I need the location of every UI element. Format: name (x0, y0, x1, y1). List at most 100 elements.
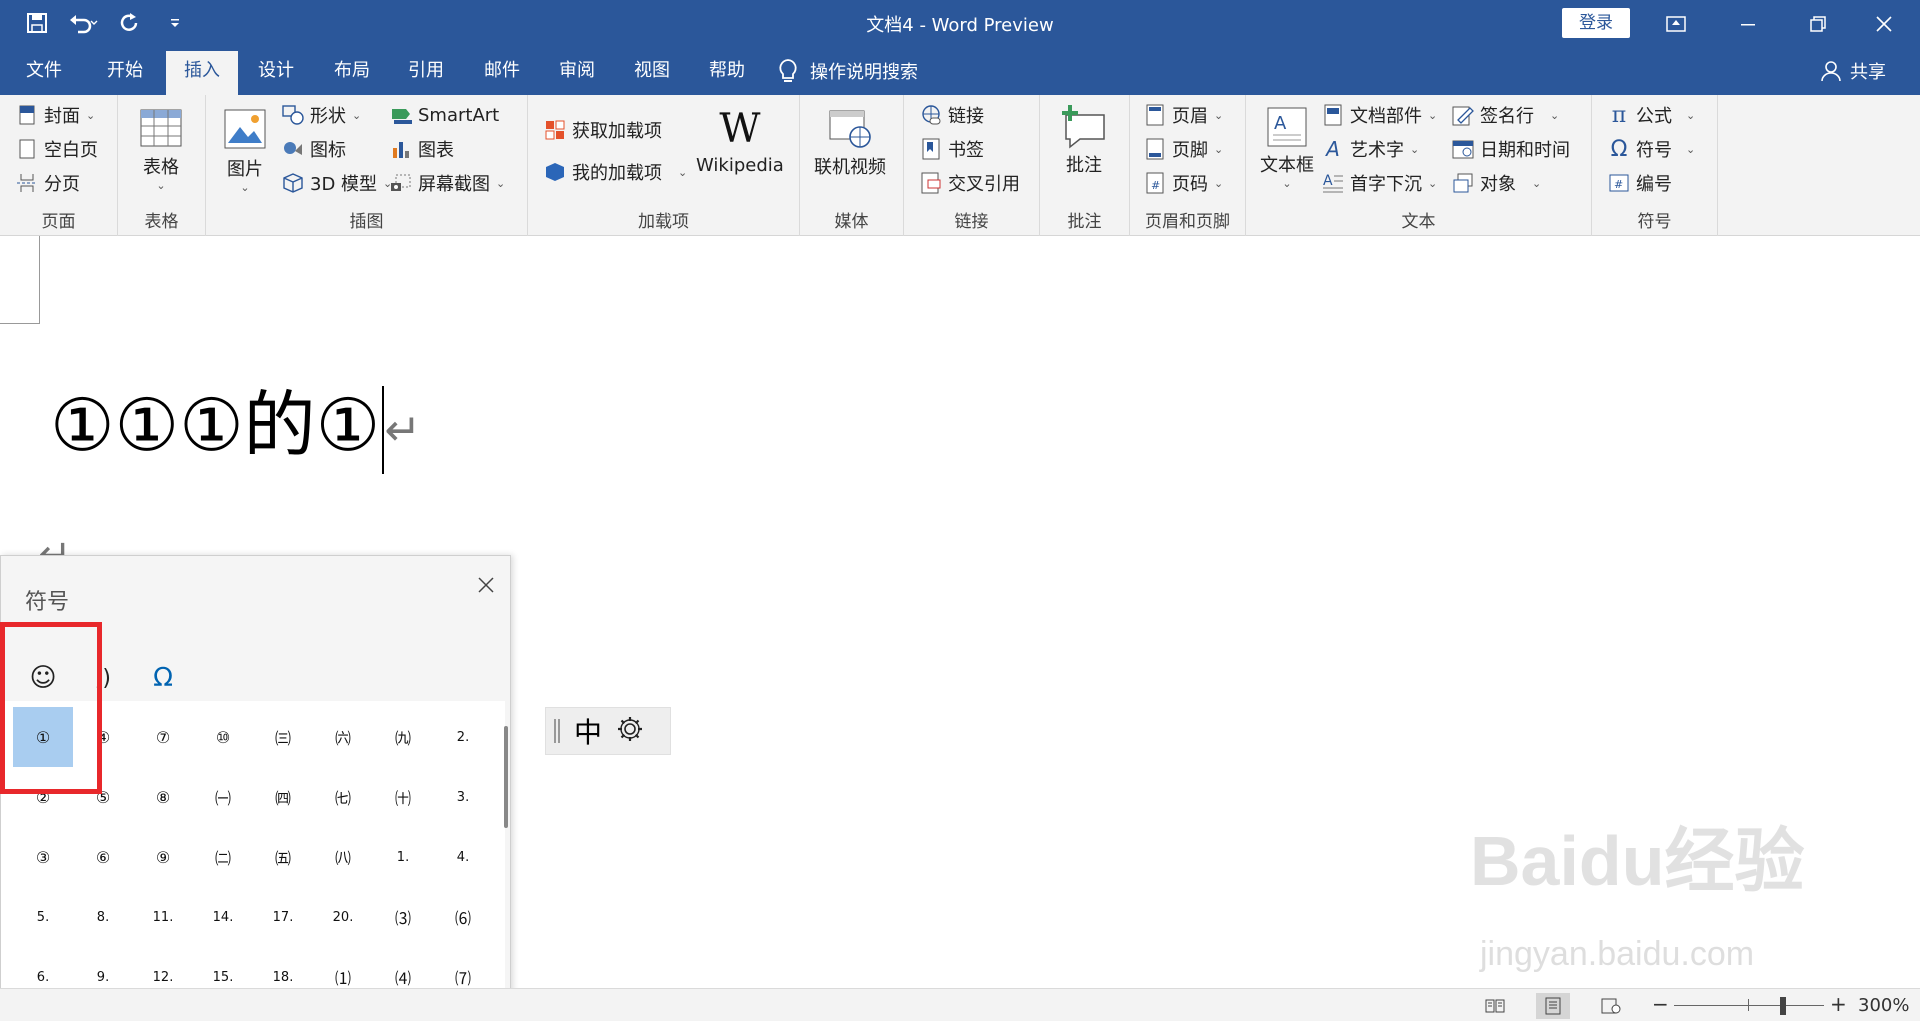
undo-icon[interactable] (66, 8, 100, 38)
screenshot-button[interactable]: 屏幕截图 ⌄ (390, 168, 505, 198)
close-icon[interactable] (471, 570, 501, 600)
tab-review[interactable]: 审阅 (541, 51, 613, 95)
page-break-button[interactable]: 分页 (16, 168, 80, 198)
redo-icon[interactable] (112, 8, 146, 38)
header-button[interactable]: 页眉 ⌄ (1144, 100, 1223, 130)
quick-parts-button[interactable]: 文档部件 ⌄ (1322, 100, 1437, 130)
symbol-cell[interactable]: ㈢ (253, 707, 313, 767)
symbol-cell[interactable]: ㈡ (193, 827, 253, 887)
tab-references[interactable]: 引用 (390, 51, 462, 95)
my-addins-button[interactable]: 我的加载项 ⌄ (544, 157, 687, 187)
get-addins-button[interactable]: 获取加载项 (544, 115, 662, 145)
share-button[interactable]: 共享 (1820, 51, 1886, 91)
restore-icon[interactable] (1782, 0, 1854, 47)
smartart-button[interactable]: SmartArt (390, 100, 499, 130)
wikipedia-button[interactable]: W Wikipedia (696, 107, 784, 176)
online-video-button[interactable]: 联机视频 (814, 109, 886, 179)
symbol-cell[interactable]: ㈧ (313, 827, 373, 887)
symbol-cell[interactable]: ㈦ (313, 767, 373, 827)
symbol-cell[interactable]: ㈤ (253, 827, 313, 887)
symbol-cell[interactable]: ⑥ (73, 827, 133, 887)
wordart-button[interactable]: A 艺术字 ⌄ (1322, 134, 1419, 164)
symbol-cell[interactable]: 1. (373, 827, 433, 887)
ribbon-display-options-icon[interactable] (1640, 0, 1712, 47)
symbol-cell[interactable]: ⑩ (193, 707, 253, 767)
document-line-1[interactable]: ①①①的①↵ (50, 366, 421, 475)
symbol-cell[interactable]: 2. (433, 707, 493, 767)
date-time-button[interactable]: 日期和时间 (1452, 134, 1570, 164)
print-layout-icon[interactable] (1536, 993, 1570, 1019)
emoji-tab[interactable]: ☺ (15, 648, 71, 708)
zoom-out-button[interactable]: − (1652, 992, 1669, 1016)
symbol-cell[interactable]: ⑧ (133, 767, 193, 827)
symbol-cell[interactable]: 17. (253, 887, 313, 947)
picture-button[interactable]: 图片 ⌄ (224, 109, 266, 194)
symbol-cell[interactable]: 4. (433, 827, 493, 887)
table-button[interactable]: 表格 ⌄ (140, 109, 182, 192)
zoom-level[interactable]: 300% (1858, 995, 1909, 1016)
tab-design[interactable]: 设计 (240, 51, 312, 95)
tab-view[interactable]: 视图 (616, 51, 688, 95)
tab-file[interactable]: 文件 (8, 51, 80, 95)
link-button[interactable]: 链接 (920, 100, 984, 130)
bookmark-button[interactable]: 书签 (920, 134, 984, 164)
vertical-scrollbar[interactable] (1896, 236, 1920, 988)
symbol-cell[interactable]: ③ (13, 827, 73, 887)
symbol-cell[interactable]: ㈩ (373, 767, 433, 827)
symbols-tab[interactable]: Ω (135, 648, 191, 708)
symbol-cell[interactable]: ⑨ (133, 827, 193, 887)
minimize-icon[interactable] (1712, 0, 1784, 47)
zoom-in-button[interactable]: + (1830, 992, 1847, 1016)
customize-qat-icon[interactable] (158, 8, 192, 38)
number-button[interactable]: # 编号 (1608, 168, 1672, 198)
cover-page-button[interactable]: 封面 ⌄ (16, 100, 95, 130)
chart-button[interactable]: 图表 (390, 134, 454, 164)
symbol-cell[interactable]: ㈨ (373, 707, 433, 767)
login-button[interactable]: 登录 (1562, 8, 1630, 38)
symbol-cell[interactable]: 11. (133, 887, 193, 947)
tab-help[interactable]: 帮助 (691, 51, 763, 95)
symbol-cell[interactable]: ㈥ (313, 707, 373, 767)
save-icon[interactable] (20, 8, 54, 38)
3d-models-button[interactable]: 3D 模型 ⌄ (282, 168, 392, 198)
text-box-button[interactable]: A 文本框 ⌄ (1260, 107, 1314, 190)
drag-handle[interactable] (554, 719, 560, 743)
tab-home[interactable]: 开始 (89, 51, 161, 95)
new-comment-button[interactable]: 批注 (1060, 105, 1108, 177)
symbol-cell[interactable]: ② (13, 767, 73, 827)
symbol-cell[interactable]: 14. (193, 887, 253, 947)
symbol-cell[interactable]: 8. (73, 887, 133, 947)
blank-page-button[interactable]: 空白页 (16, 134, 98, 164)
page-number-button[interactable]: # 页码 ⌄ (1144, 168, 1223, 198)
symbol-button[interactable]: Ω 符号 ⌄ (1608, 134, 1696, 164)
signature-line-button[interactable]: 签名行 ⌄ (1452, 100, 1559, 130)
drop-cap-button[interactable]: A 首字下沉 ⌄ (1322, 168, 1437, 198)
footer-button[interactable]: 页脚 ⌄ (1144, 134, 1223, 164)
tab-mailings[interactable]: 邮件 (466, 51, 538, 95)
symbol-cell[interactable]: 20. (313, 887, 373, 947)
ime-mode-toggle[interactable]: 中 (574, 711, 602, 751)
tab-insert[interactable]: 插入 (166, 51, 238, 95)
symbol-cell[interactable]: 3. (433, 767, 493, 827)
close-icon[interactable] (1848, 0, 1920, 47)
symbol-cell[interactable]: ㈣ (253, 767, 313, 827)
symbol-panel-scrollbar[interactable] (504, 726, 508, 828)
cross-reference-button[interactable]: 交叉引用 (920, 168, 1020, 198)
object-button[interactable]: 对象 ⌄ (1452, 168, 1541, 198)
symbol-cell[interactable]: ⑦ (133, 707, 193, 767)
symbol-cell[interactable]: ㈠ (193, 767, 253, 827)
shapes-button[interactable]: 形状 ⌄ (282, 100, 361, 130)
symbol-cell[interactable]: ⑹ (433, 887, 493, 947)
equation-button[interactable]: π 公式 ⌄ (1608, 100, 1695, 130)
icons-button[interactable]: 图标 (282, 134, 346, 164)
symbol-cell[interactable]: ④ (73, 707, 133, 767)
read-mode-icon[interactable] (1478, 993, 1512, 1019)
zoom-slider-thumb[interactable] (1780, 997, 1786, 1015)
kaomoji-tab[interactable]: ;) (75, 648, 131, 708)
web-layout-icon[interactable] (1594, 993, 1628, 1019)
gear-icon[interactable] (616, 715, 644, 747)
symbol-cell[interactable]: 5. (13, 887, 73, 947)
tab-layout[interactable]: 布局 (316, 51, 388, 95)
tell-me-search[interactable]: 操作说明搜索 (778, 51, 918, 91)
symbol-cell[interactable]: ⑤ (73, 767, 133, 827)
